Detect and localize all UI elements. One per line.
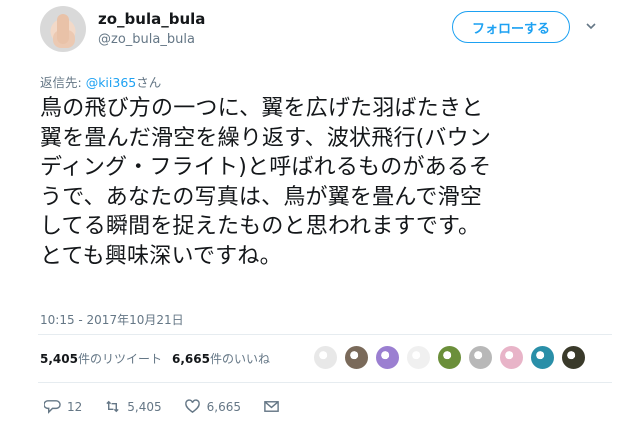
retweets-stat[interactable]: 5,405件のリツイート (40, 350, 162, 367)
tweet-actions: 12 5,405 6,665 (44, 398, 302, 415)
avatar-gray[interactable] (467, 344, 494, 371)
dm-action[interactable] (263, 398, 280, 415)
retweet-icon (106, 400, 119, 413)
retweet-count: 5,405 (127, 399, 162, 414)
avatar-dark[interactable] (560, 344, 587, 371)
likes-stat[interactable]: 6,665件のいいね (172, 350, 270, 367)
liker-avatars (312, 344, 587, 371)
divider (38, 382, 612, 383)
retweets-count: 5,405 (40, 352, 78, 366)
reply-count: 12 (67, 399, 83, 414)
tweet-line: ディング・フライト)と呼ばれるものがあるそ (40, 155, 492, 180)
retweets-label: 件のリツイート (77, 352, 162, 366)
timestamp[interactable]: 10:15 - 2017年10月21日 (40, 311, 184, 328)
reply-mention-link[interactable]: @kii365 (86, 75, 137, 90)
reply-icon (44, 400, 61, 414)
tweet-line: うで、あなたの写真は、鳥が翼を畳んで滑空 (40, 184, 483, 210)
reply-to: 返信先: @kii365さん (40, 72, 161, 91)
avatar-purple[interactable] (374, 344, 401, 371)
heart-icon (184, 399, 200, 414)
like-count: 6,665 (206, 399, 241, 414)
like-action[interactable]: 6,665 (184, 398, 241, 415)
avatar[interactable] (40, 6, 86, 52)
likes-label: 件のいいね (209, 352, 270, 366)
retweet-action[interactable]: 5,405 (104, 398, 162, 415)
envelope-icon (264, 401, 279, 412)
user-handle[interactable]: @zo_bula_bula (98, 32, 195, 47)
chevron-down-icon[interactable] (585, 20, 597, 32)
tweet-line: とても興味深いですね。 (40, 243, 282, 269)
avatar-green[interactable] (436, 344, 463, 371)
avatar-eye[interactable] (405, 344, 432, 371)
avatar-mono[interactable] (312, 344, 339, 371)
tweet-text: 鳥の飛び方の一つに、翼を広げた羽ばたきと 翼を畳んだ滑空を繰り返す、波状飛行(バ… (40, 94, 600, 271)
tweet-line: 鳥の飛び方の一つに、翼を広げた羽ばたきと (40, 96, 484, 121)
tweet-line: してる瞬間を捉えたものと思われますです。 (40, 214, 481, 239)
follow-button[interactable]: フォローする (452, 11, 570, 43)
reply-action[interactable]: 12 (44, 398, 82, 415)
avatar-pink[interactable] (498, 344, 525, 371)
tweet-header: zo_bula_bula @zo_bula_bula フォローする (40, 6, 620, 58)
divider (38, 334, 612, 335)
avatar-photo[interactable] (343, 344, 370, 371)
avatar-teal[interactable] (529, 344, 556, 371)
reply-prefix: 返信先: (40, 75, 86, 90)
reply-suffix: さん (136, 75, 162, 90)
likes-count: 6,665 (171, 352, 210, 366)
tweet-line: 翼を畳んだ滑空を繰り返す、波状飛行(バウン (40, 125, 492, 151)
avatar-thumb (57, 14, 69, 44)
display-name[interactable]: zo_bula_bula (98, 10, 205, 28)
engagement-stats: 5,405件のリツイート 6,665件のいいね (40, 350, 270, 367)
